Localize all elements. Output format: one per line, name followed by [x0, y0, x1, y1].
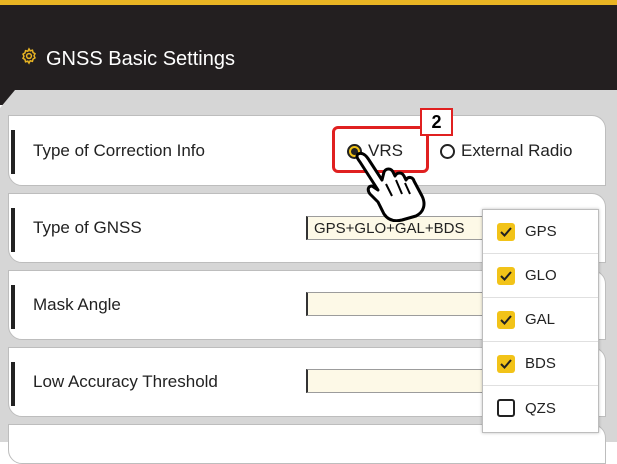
- option-qzs[interactable]: QZS: [483, 386, 598, 430]
- option-glo[interactable]: GLO: [483, 254, 598, 298]
- radio-external-radio[interactable]: External Radio: [440, 141, 573, 161]
- option-label: BDS: [525, 355, 556, 372]
- row-marker: [11, 208, 15, 252]
- option-gal[interactable]: GAL: [483, 298, 598, 342]
- row-label: Low Accuracy Threshold: [33, 372, 218, 391]
- accent-line: [0, 0, 617, 5]
- row-marker: [11, 362, 15, 406]
- option-gps[interactable]: GPS: [483, 210, 598, 254]
- radio-external-label: External Radio: [461, 141, 573, 160]
- checkbox-checked-icon: [497, 266, 515, 285]
- radio-unselected-icon: [440, 143, 455, 159]
- row-marker: [11, 285, 15, 329]
- option-label: GLO: [525, 267, 557, 284]
- option-label: QZS: [525, 399, 556, 417]
- page-title-text: GNSS Basic Settings: [46, 47, 235, 70]
- checkbox-unchecked-icon: [497, 399, 515, 417]
- option-label: GPS: [525, 223, 557, 240]
- pointing-hand-icon: [355, 151, 426, 222]
- gear-icon: [20, 47, 38, 71]
- option-bds[interactable]: BDS: [483, 342, 598, 386]
- gnss-dropdown: GPS GLO GAL BDS QZS: [482, 209, 599, 433]
- checkbox-checked-icon: [497, 310, 515, 329]
- page-title: GNSS Basic Settings: [20, 47, 235, 71]
- checkbox-checked-icon: [497, 354, 515, 373]
- option-label: GAL: [525, 311, 556, 328]
- mask-angle-input[interactable]: [306, 292, 486, 316]
- row-label: Mask Angle: [33, 295, 121, 314]
- row-label: Type of GNSS: [33, 218, 142, 237]
- threshold-input[interactable]: [306, 369, 486, 393]
- row-label: Type of Correction Info: [33, 140, 205, 160]
- row-marker: [11, 130, 15, 174]
- header-bar: GNSS Basic Settings: [0, 0, 617, 105]
- checkbox-checked-icon: [497, 222, 515, 241]
- step-badge: 2: [420, 108, 453, 136]
